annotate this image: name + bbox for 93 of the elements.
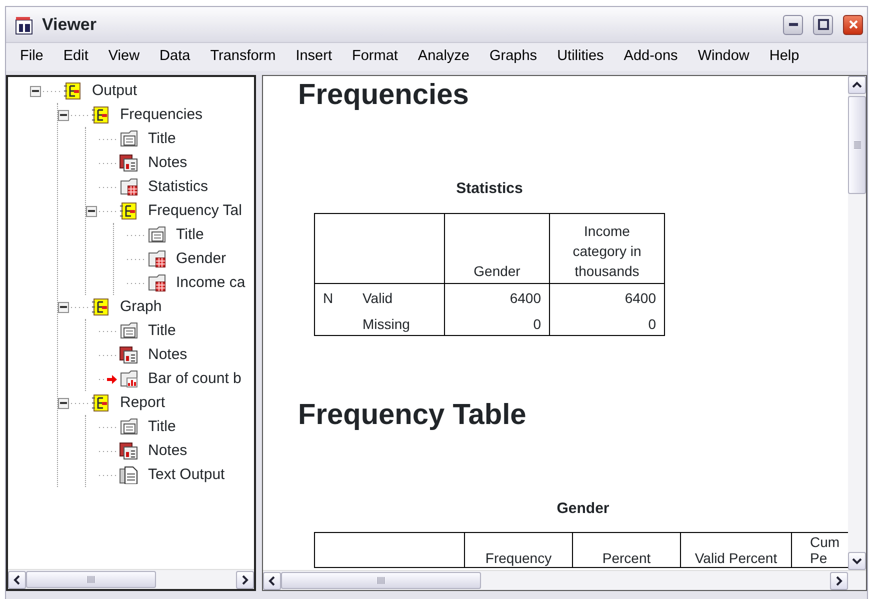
- table-title: Statistics: [455, 179, 524, 199]
- outline-item[interactable]: Graph: [120, 296, 162, 318]
- menu-item[interactable]: Analyze: [408, 46, 480, 68]
- close-icon: [846, 18, 860, 31]
- text-page-icon: [119, 466, 138, 484]
- outline-item[interactable]: Statistics: [148, 176, 208, 198]
- table-cell: 6400: [444, 283, 550, 309]
- collapse-toggle[interactable]: [86, 206, 97, 216]
- minus-icon: [60, 402, 67, 404]
- title-page-icon: [147, 226, 166, 244]
- column-header: Percent: [572, 532, 680, 568]
- outline-item[interactable]: Title: [148, 128, 176, 150]
- menu-item[interactable]: Graphs: [480, 46, 548, 68]
- menu-item[interactable]: Utilities: [547, 46, 614, 68]
- table-cell: Missing: [354, 309, 444, 335]
- menu-item[interactable]: Edit: [53, 46, 98, 68]
- minus-icon: [60, 114, 67, 116]
- outline-item[interactable]: Frequencies: [120, 104, 203, 126]
- scroll-thumb[interactable]: [26, 571, 156, 588]
- scroll-left-button[interactable]: [8, 570, 26, 588]
- table-icon: [147, 274, 166, 292]
- menu-item[interactable]: Data: [150, 46, 200, 68]
- collapse-toggle[interactable]: [58, 398, 69, 408]
- outline-item[interactable]: Title: [148, 320, 176, 342]
- menu-item[interactable]: Transform: [200, 46, 286, 68]
- notes-icon: [119, 442, 138, 460]
- menu-item[interactable]: View: [98, 46, 150, 68]
- app-icon: [14, 14, 34, 34]
- scroll-left-button[interactable]: [263, 572, 281, 590]
- outline-item[interactable]: Notes: [148, 152, 188, 174]
- minus-icon: [32, 90, 39, 92]
- window-title: Viewer: [42, 14, 97, 36]
- table-icon: [147, 250, 166, 268]
- outline-item[interactable]: Notes: [148, 344, 188, 366]
- book-icon: [119, 202, 138, 220]
- outline-item[interactable]: Gender: [176, 248, 226, 270]
- menu-item[interactable]: Insert: [286, 46, 342, 68]
- outline-item[interactable]: Notes: [148, 440, 188, 462]
- scroll-right-button[interactable]: [830, 572, 848, 590]
- table-cell: 0: [550, 309, 664, 335]
- collapse-toggle[interactable]: [58, 302, 69, 312]
- notes-icon: [119, 346, 138, 364]
- collapse-toggle[interactable]: [58, 110, 69, 120]
- table-icon: [119, 178, 138, 196]
- notes-icon: [119, 154, 138, 172]
- scroll-thumb[interactable]: [281, 572, 481, 589]
- close-button[interactable]: [843, 14, 863, 34]
- menu-item[interactable]: File: [10, 46, 54, 68]
- book-icon: [91, 106, 110, 124]
- maximize-button[interactable]: [813, 14, 833, 34]
- menu-item[interactable]: Format: [342, 46, 408, 68]
- outline-item[interactable]: Report: [120, 392, 166, 414]
- outline-item[interactable]: Bar of count b: [148, 368, 242, 390]
- menu-item[interactable]: Window: [688, 46, 760, 68]
- title-page-icon: [119, 418, 138, 436]
- column-header: Income category in thousands: [550, 213, 664, 283]
- scroll-right-button[interactable]: [236, 570, 254, 588]
- title-page-icon: [119, 130, 138, 148]
- scroll-thumb[interactable]: [848, 96, 866, 194]
- section-heading: Frequency Table: [298, 398, 528, 432]
- outline-item[interactable]: Output: [92, 80, 138, 102]
- table-cell: N: [314, 283, 354, 309]
- column-header: Gender: [444, 213, 550, 283]
- menu-item[interactable]: Add-ons: [614, 46, 688, 68]
- collapse-toggle[interactable]: [30, 86, 41, 96]
- minus-icon: [88, 210, 95, 212]
- minimize-icon: [788, 23, 798, 26]
- grip-icon: [87, 576, 95, 583]
- column-header: Frequency: [464, 532, 572, 568]
- minimize-button[interactable]: [783, 14, 803, 34]
- section-heading: Frequencies: [298, 78, 470, 112]
- outline-item[interactable]: Title: [176, 224, 204, 246]
- book-icon: [91, 298, 110, 316]
- column-header: Valid Percent: [680, 532, 792, 568]
- minus-icon: [60, 306, 67, 308]
- title-page-icon: [119, 322, 138, 340]
- grip-icon: [854, 141, 860, 149]
- table-cell: Valid: [354, 283, 444, 309]
- table-cell: 0: [444, 309, 550, 335]
- outline-item[interactable]: Frequency Tal: [148, 200, 242, 222]
- bar-chart-icon: [119, 370, 138, 388]
- outline-item[interactable]: Income ca: [176, 272, 246, 294]
- book-icon: [63, 82, 82, 100]
- book-icon: [91, 394, 110, 412]
- maximize-icon: [818, 19, 828, 30]
- outline-item[interactable]: Text Output: [148, 464, 225, 486]
- table-cell: 6400: [550, 283, 664, 309]
- outline-item[interactable]: Title: [148, 416, 176, 438]
- scroll-up-button[interactable]: [848, 76, 866, 94]
- scroll-down-button[interactable]: [848, 552, 866, 570]
- grip-icon: [377, 577, 385, 584]
- table-title: Gender: [556, 498, 610, 518]
- menu-item[interactable]: Help: [759, 46, 810, 68]
